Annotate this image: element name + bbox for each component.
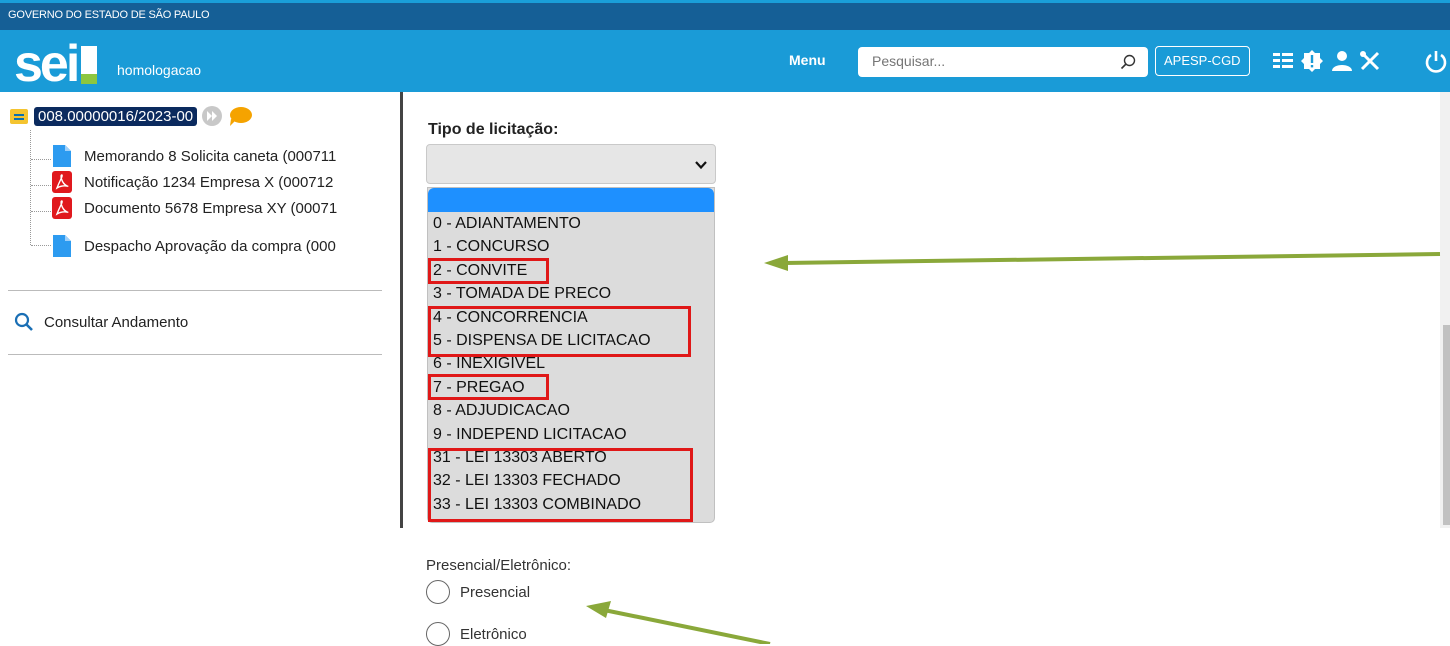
search-box[interactable] xyxy=(858,47,1148,77)
tree-document-item[interactable]: Despacho Aprovação da compra (000 xyxy=(52,233,396,259)
tree-document-item[interactable]: Documento 5678 Empresa XY (00071 xyxy=(52,195,396,221)
pdf-icon xyxy=(52,171,72,193)
tools-icon[interactable] xyxy=(1358,49,1382,73)
selected-empty-option[interactable] xyxy=(428,188,714,212)
mode-label: Presencial/Eletrônico: xyxy=(426,557,572,574)
list-icon[interactable] xyxy=(1271,49,1295,73)
radio-button[interactable] xyxy=(426,622,450,646)
document-icon xyxy=(53,145,71,167)
radio-label[interactable]: Eletrônico xyxy=(460,626,527,643)
divider xyxy=(8,354,382,355)
forward-icon[interactable] xyxy=(201,105,223,127)
tree-document-item[interactable]: Memorando 8 Solicita caneta (000711 xyxy=(52,143,396,169)
unit-selector-button[interactable]: APESP-CGD xyxy=(1155,46,1250,76)
document-label[interactable]: Documento 5678 Empresa XY (00071 xyxy=(84,200,337,217)
consult-progress-link[interactable]: Consultar Andamento xyxy=(14,312,188,332)
select-option[interactable]: 3 - TOMADA DE PRECO xyxy=(428,282,714,305)
radio-presencial[interactable]: Presencial xyxy=(426,580,530,604)
process-tree: 008.00000016/2023-00 Memorando 8 Solicit… xyxy=(0,92,396,644)
tree-guide xyxy=(30,130,31,245)
tree-guide xyxy=(31,211,51,212)
highlight-box xyxy=(428,374,549,400)
tree-guide xyxy=(31,245,51,246)
highlight-box xyxy=(428,258,549,284)
select-option[interactable]: 8 - ADJUDICACAO xyxy=(428,399,714,422)
process-root[interactable]: 008.00000016/2023-00 xyxy=(10,105,253,127)
search-input[interactable] xyxy=(872,53,1102,69)
logo-mark-icon xyxy=(81,46,98,84)
document-label[interactable]: Notificação 1234 Empresa X (000712 xyxy=(84,174,333,191)
divider xyxy=(8,290,382,291)
power-icon[interactable] xyxy=(1424,49,1448,73)
bid-type-label: Tipo de licitação: xyxy=(428,121,559,138)
alert-icon[interactable] xyxy=(1300,49,1324,73)
document-icon xyxy=(53,235,71,257)
select-option[interactable]: 9 - INDEPEND LICITACAO xyxy=(428,423,714,446)
pdf-icon xyxy=(52,197,72,219)
comment-icon[interactable] xyxy=(227,105,253,127)
content-bottom-edge xyxy=(403,523,1450,528)
radio-button[interactable] xyxy=(426,580,450,604)
select-option[interactable]: 0 - ADIANTAMENTO xyxy=(428,212,714,235)
scrollbar-thumb[interactable] xyxy=(1443,325,1450,525)
chevron-down-icon xyxy=(695,161,707,170)
document-label[interactable]: Memorando 8 Solicita caneta (000711 xyxy=(84,148,336,165)
environment-label: homologacao xyxy=(117,62,202,78)
highlight-box xyxy=(428,306,691,357)
government-label: GOVERNO DO ESTADO DE SÃO PAULO xyxy=(8,9,210,21)
bid-type-select[interactable] xyxy=(426,144,716,184)
menu-button[interactable]: Menu xyxy=(789,52,826,68)
top-header: sei homologacao Menu APESP-CGD xyxy=(0,30,1450,92)
user-icon[interactable] xyxy=(1330,49,1354,73)
highlight-box xyxy=(428,448,693,522)
sei-logo[interactable]: sei xyxy=(14,35,98,93)
process-number[interactable]: 008.00000016/2023-00 xyxy=(34,106,198,126)
tree-guide xyxy=(31,159,51,160)
process-folder-icon xyxy=(10,109,28,124)
tree-document-item[interactable]: Notificação 1234 Empresa X (000712 xyxy=(52,169,396,195)
tree-guide xyxy=(31,185,51,186)
arrow-to-options xyxy=(764,252,1441,271)
search-icon[interactable] xyxy=(1120,54,1136,70)
panel-splitter[interactable] xyxy=(400,92,403,528)
logo-text: sei xyxy=(14,35,80,93)
document-label[interactable]: Despacho Aprovação da compra (000 xyxy=(84,238,336,255)
select-option[interactable]: 1 - CONCURSO xyxy=(428,235,714,258)
search-icon xyxy=(14,312,33,331)
arrow-to-radios xyxy=(586,601,771,644)
government-bar: GOVERNO DO ESTADO DE SÃO PAULO xyxy=(0,0,1450,30)
radio-label[interactable]: Presencial xyxy=(460,584,530,601)
consult-progress-label[interactable]: Consultar Andamento xyxy=(44,314,188,331)
radio-eletronico[interactable]: Eletrônico xyxy=(426,622,527,646)
